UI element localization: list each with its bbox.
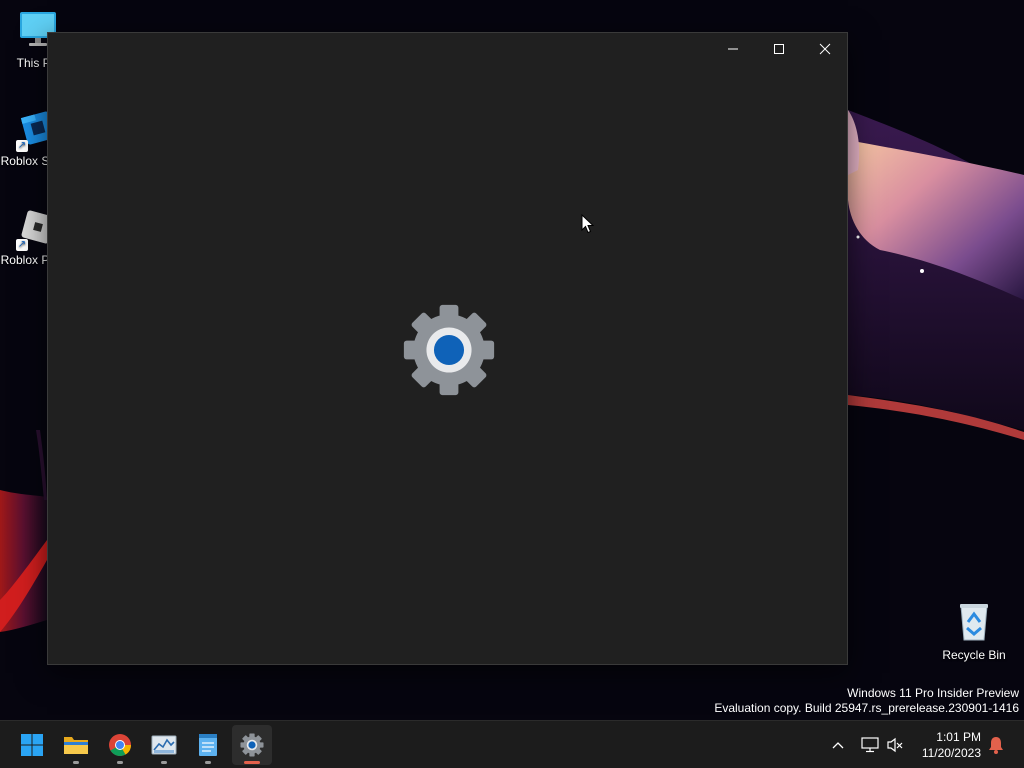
notifications-button[interactable] [986,735,1006,755]
mouse-cursor-icon [581,214,595,234]
recycle-bin-icon [952,600,996,644]
chrome-icon [109,734,131,756]
task-manager-icon [151,735,177,755]
desktop-icon-recycle-bin[interactable]: Recycle Bin [936,600,1012,662]
show-hidden-icons-button[interactable] [828,735,848,755]
network-icon [861,737,879,753]
taskbar-task-manager[interactable] [144,725,184,765]
windows-logo-icon [21,734,43,756]
maximize-button[interactable] [756,33,802,65]
active-indicator [244,761,260,764]
volume-button[interactable] [885,735,905,755]
running-indicator [73,761,79,764]
minimize-button[interactable] [710,33,756,65]
taskbar-clock[interactable]: 1:01 PM 11/20/2023 [922,729,981,761]
folder-icon [64,737,88,754]
network-button[interactable] [860,735,880,755]
taskbar-notepad[interactable] [188,725,228,765]
clock-time: 1:01 PM [936,730,981,744]
settings-gear-icon [240,733,264,757]
settings-window[interactable] [47,32,848,665]
running-indicator [161,761,167,764]
taskbar: 1:01 PM 11/20/2023 [0,720,1024,768]
shortcut-arrow-icon: ↗ [16,239,28,251]
shortcut-arrow-icon: ↗ [16,140,28,152]
taskbar-file-explorer[interactable] [56,725,96,765]
notepad-icon [199,734,217,756]
chevron-up-icon [832,742,844,749]
close-button[interactable] [802,33,848,65]
close-icon [819,43,831,55]
evaluation-watermark-line1: Windows 11 Pro Insider Preview [847,686,1019,700]
running-indicator [205,761,211,764]
notification-bell-icon [989,737,1003,754]
maximize-icon [774,44,784,54]
desktop-icon-label: Recycle Bin [942,648,1006,662]
settings-gear-icon [403,304,495,396]
start-button[interactable] [12,725,52,765]
volume-muted-icon [887,737,903,753]
taskbar-chrome[interactable] [100,725,140,765]
running-indicator [117,761,123,764]
taskbar-settings[interactable] [232,725,272,765]
evaluation-watermark-line2: Evaluation copy. Build 25947.rs_prerelea… [714,701,1019,715]
minimize-icon [728,48,738,50]
clock-date: 11/20/2023 [921,746,981,760]
